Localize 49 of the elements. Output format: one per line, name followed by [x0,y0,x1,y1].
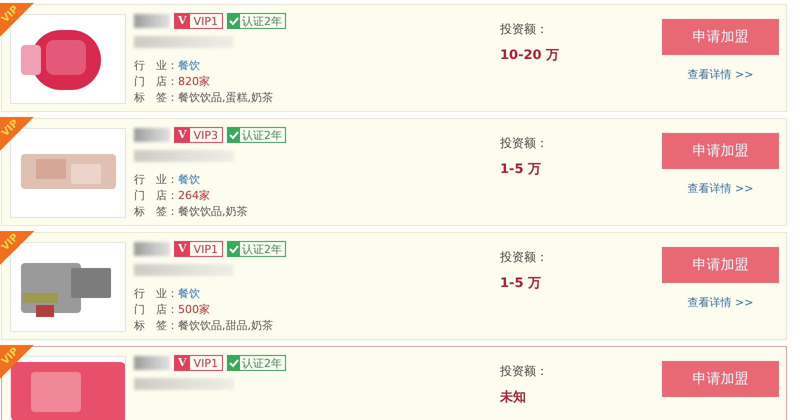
field-value: 264家 [178,189,210,202]
investment-amount: 1-5 万 [500,161,542,178]
vip-badge: V VIP1 [174,13,223,29]
certified-badge: 认证2年 [226,241,286,257]
vip-ribbon: VIP [0,231,34,265]
field-value: 餐饮饮品,奶茶 [178,205,248,218]
field-label: 门 店： [134,75,178,88]
apply-button[interactable]: 申请加盟 [662,133,779,169]
field-label: 门 店： [134,189,178,202]
certified-badge: 认证2年 [226,127,286,143]
field-value: 餐饮饮品,甜品,奶茶 [178,319,273,332]
investment-amount: 1-5 万 [500,275,542,292]
vip-badge: V VIP1 [174,355,223,371]
certified-badge: 认证2年 [226,355,286,371]
investment-label: 投资额： [500,21,548,38]
vip-ribbon: VIP [0,345,34,379]
redacted-name [134,128,170,142]
field-label: 门 店： [134,303,178,316]
industry-link[interactable]: 餐饮 [178,59,200,72]
certified-badge: 认证2年 [226,13,286,29]
apply-button[interactable]: 申请加盟 [662,247,779,283]
field-label: 行 业： [134,173,178,186]
details-link[interactable]: 查看详情 >> [688,295,754,310]
investment-label: 投资额： [500,135,548,152]
investment-amount: 10-20 万 [500,47,560,64]
vip-ribbon: VIP [0,3,34,37]
details-link[interactable]: 查看详情 >> [688,67,754,82]
investment-amount: 未知 [500,389,526,406]
investment-label: 投资额： [500,363,548,380]
field-label: 标 签： [134,91,178,104]
industry-link[interactable]: 餐饮 [178,287,200,300]
industry-link[interactable]: 餐饮 [178,173,200,186]
field-value: 餐饮饮品,蛋糕,奶茶 [178,91,273,104]
field-label: 行 业： [134,59,178,72]
field-label: 标 签： [134,319,178,332]
redacted-name [134,14,170,28]
redacted-name [134,242,170,256]
vip-badge: V VIP3 [174,127,223,143]
apply-button[interactable]: 申请加盟 [662,19,779,55]
field-label: 行 业： [134,287,178,300]
vip-ribbon: VIP [0,117,34,151]
details-link[interactable]: 查看详情 >> [688,181,754,196]
field-value: 820家 [178,75,210,88]
apply-button[interactable]: 申请加盟 [662,361,779,397]
redacted-name [134,356,170,370]
field-value: 500家 [178,303,210,316]
investment-label: 投资额： [500,249,548,266]
field-label: 标 签： [134,205,178,218]
vip-badge: V VIP1 [174,241,223,257]
